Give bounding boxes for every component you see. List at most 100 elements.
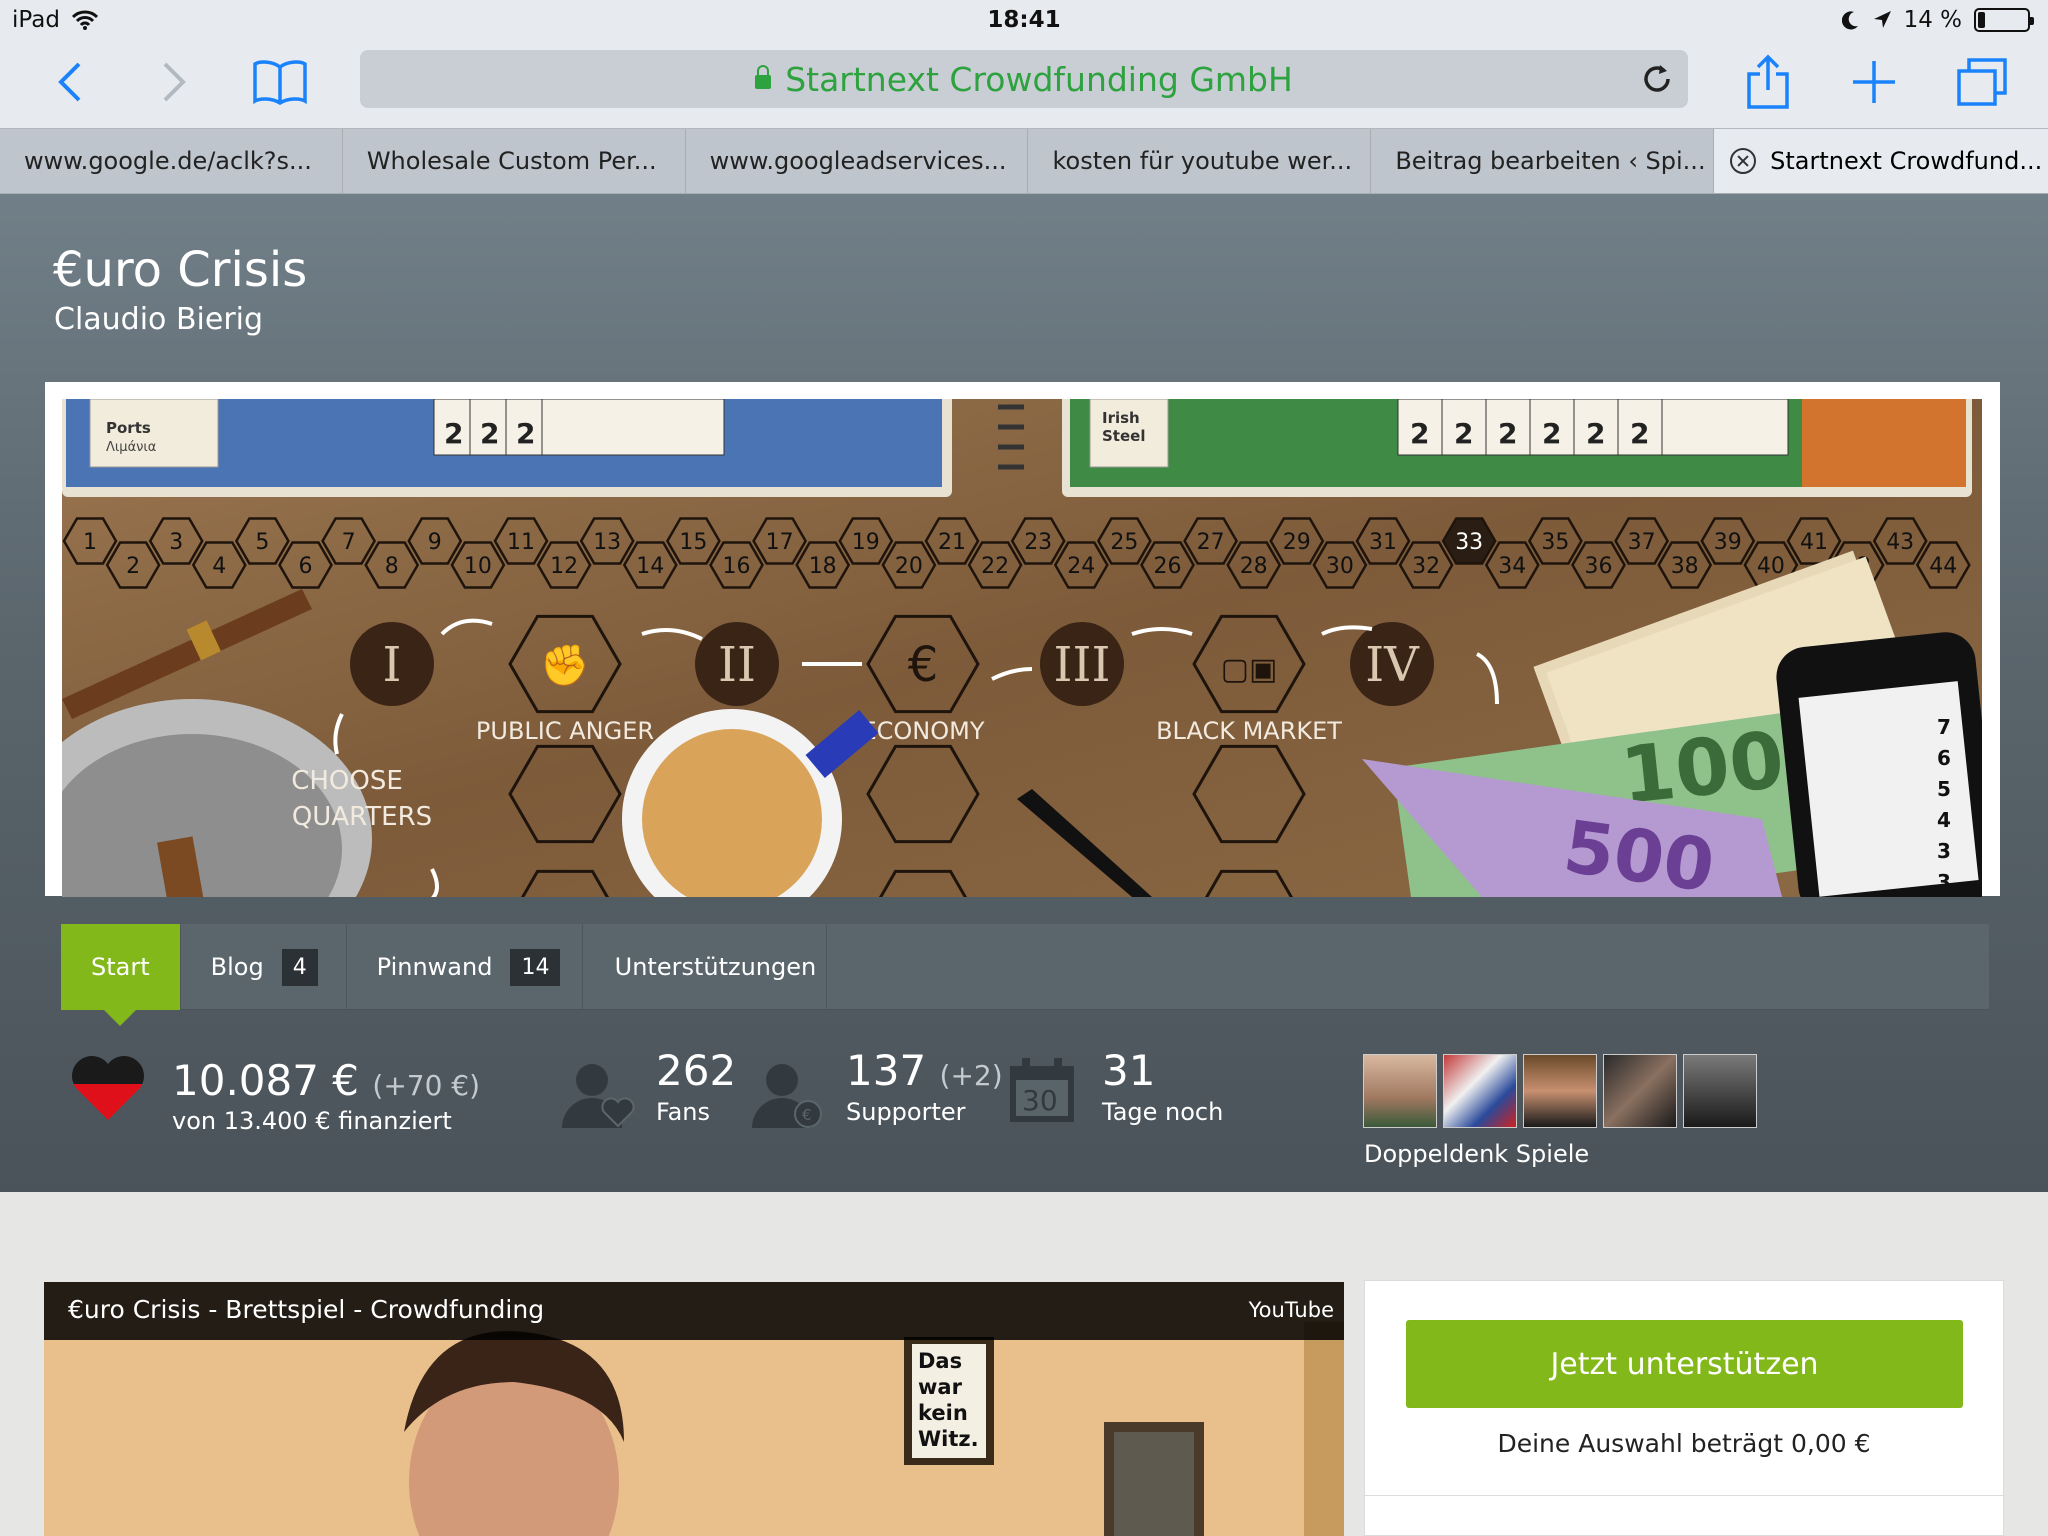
tab-pinnwand-label: Pinnwand [376,953,493,981]
score-box-value: 2 [1586,417,1605,450]
phone-number: 4 [1937,808,1951,832]
avatar[interactable] [1443,1054,1517,1128]
score-box-value: 2 [1542,417,1561,450]
avatar[interactable] [1683,1054,1757,1128]
lock-icon [755,65,772,89]
support-now-button[interactable]: Jetzt unterstützen [1406,1320,1963,1408]
track-number: 10 [464,554,492,579]
tab-start[interactable]: Start [61,924,181,1026]
browser-tab[interactable]: www.googleadservices... [686,129,1029,193]
score-box-value: 2 [444,417,463,450]
team-name[interactable]: Doppeldenk Spiele [1364,1140,1589,1168]
track-number: 14 [636,554,664,579]
svg-text:€: € [802,1106,812,1124]
video-player[interactable]: Das war kein Witz. €uro Crisis - Brettspiel… [44,1282,1344,1536]
game-board-illustration: Ports Λιμάνια 222 Irish Steel 222222 123… [62,399,1982,897]
address-bar[interactable]: Startnext Crowdfunding GmbH [360,50,1688,108]
selection-summary: Deine Auswahl beträgt 0,00 € [1497,1429,1871,1458]
euro-icon: € [908,637,939,693]
browser-tab[interactable]: Beitrag bearbeiten ‹ Spi... [1371,129,1715,193]
phone-number: 5 [1937,777,1951,801]
phase-numeral: IV [1365,637,1420,693]
forward-icon [163,62,186,102]
score-box-value: 2 [1454,417,1473,450]
browser-tab-active[interactable]: Startnext Crowdfund... [1714,129,2048,193]
tab-start-label: Start [91,953,150,981]
funded-label: von 13.400 € finanziert [172,1107,452,1135]
tab-blog-label: Blog [210,953,264,981]
browser-tab[interactable]: www.google.de/aclk?s... [0,129,343,193]
banner-frame: Ports Λιμάνια 222 Irish Steel 222222 123… [45,382,2000,897]
browser-tab[interactable]: Wholesale Custom Per... [343,129,686,193]
project-author[interactable]: Claudio Bierig [54,302,263,337]
phase-caption: ECONOMY [861,717,984,745]
reload-icon[interactable] [1640,62,1674,96]
tab-unterstuetzungen[interactable]: Unterstützungen [583,924,827,1010]
fans-label: Fans [656,1098,711,1126]
track-number: 39 [1714,530,1742,555]
track-number: 4 [212,554,226,579]
track-number: 24 [1067,554,1095,579]
track-number: 28 [1240,554,1268,579]
back-button[interactable] [38,50,102,114]
team-avatars [1363,1054,1757,1128]
track-number: 25 [1110,530,1138,555]
video-title[interactable]: €uro Crisis - Brettspiel - Crowdfunding [68,1295,544,1324]
fans-count: 262 [656,1046,737,1095]
avatar[interactable] [1363,1054,1437,1128]
track-number: 9 [428,530,442,555]
url-text: Startnext Crowdfunding GmbH [785,59,1293,99]
track-number: 17 [766,530,794,555]
status-bar: iPad 18:41 14 % [0,0,2048,40]
phase-caption: BLACK MARKET [1156,717,1342,745]
battery-icon [1974,8,2034,32]
supporter-label: Supporter [846,1098,966,1126]
track-number: 13 [593,530,621,555]
track-number: 36 [1585,554,1613,579]
tab-label: kosten für youtube wer... [1052,147,1353,175]
forward-button[interactable] [142,50,206,114]
video-title-bar: €uro Crisis - Brettspiel - Crowdfunding … [44,1282,1344,1340]
back-icon [58,62,81,102]
tab-blog[interactable]: Blog 4 [181,924,347,1010]
tab-label: Wholesale Custom Per... [366,147,657,175]
bookmarks-button[interactable] [248,50,312,114]
project-title: €uro Crisis [53,242,308,298]
track-number: 2 [126,554,140,579]
score-box-value: 2 [1630,417,1649,450]
sign-text: Witz. [918,1427,979,1451]
tab-label: www.googleadservices... [709,147,1007,175]
phone-number: 3 [1937,839,1951,863]
track-number: 7 [342,530,356,555]
track-number: 38 [1671,554,1699,579]
tab-pinnwand[interactable]: Pinnwand 14 [347,924,583,1010]
track-number: 31 [1369,530,1397,555]
score-box-value: 2 [480,417,499,450]
boxes-icon: ▢▣ [1221,652,1278,687]
track-number: 5 [255,530,269,555]
track-number: 29 [1283,530,1311,555]
avatar[interactable] [1523,1054,1597,1128]
track-number: 18 [809,554,837,579]
share-button[interactable] [1736,50,1800,114]
days-left-label: Tage noch [1102,1098,1224,1126]
funded-delta: (+70 €) [372,1069,481,1102]
phase-numeral: II [718,637,756,693]
close-tab-icon[interactable] [1730,148,1757,174]
support-box: Jetzt unterstützen Deine Auswahl beträgt… [1364,1280,2004,1536]
phone-number: 7 [1937,715,1951,739]
supporter-count: 137 (+2) [846,1046,1003,1095]
new-tab-button[interactable] [1842,50,1906,114]
track-number: 34 [1498,554,1526,579]
browser-tab[interactable]: kosten für youtube wer... [1028,129,1372,193]
phase-caption: PUBLIC ANGER [476,717,654,745]
choose-quarters-text: CHOOSE [291,766,403,796]
score-box-value: 2 [1410,417,1429,450]
tabs-button[interactable] [1950,50,2014,114]
banner-text-ports: Ports [106,419,151,437]
track-number: 21 [938,530,966,555]
svg-text:Steel: Steel [1102,427,1145,445]
youtube-label[interactable]: YouTube [1249,1298,1334,1322]
supporter-count-value: 137 [846,1046,927,1095]
avatar[interactable] [1603,1054,1677,1128]
